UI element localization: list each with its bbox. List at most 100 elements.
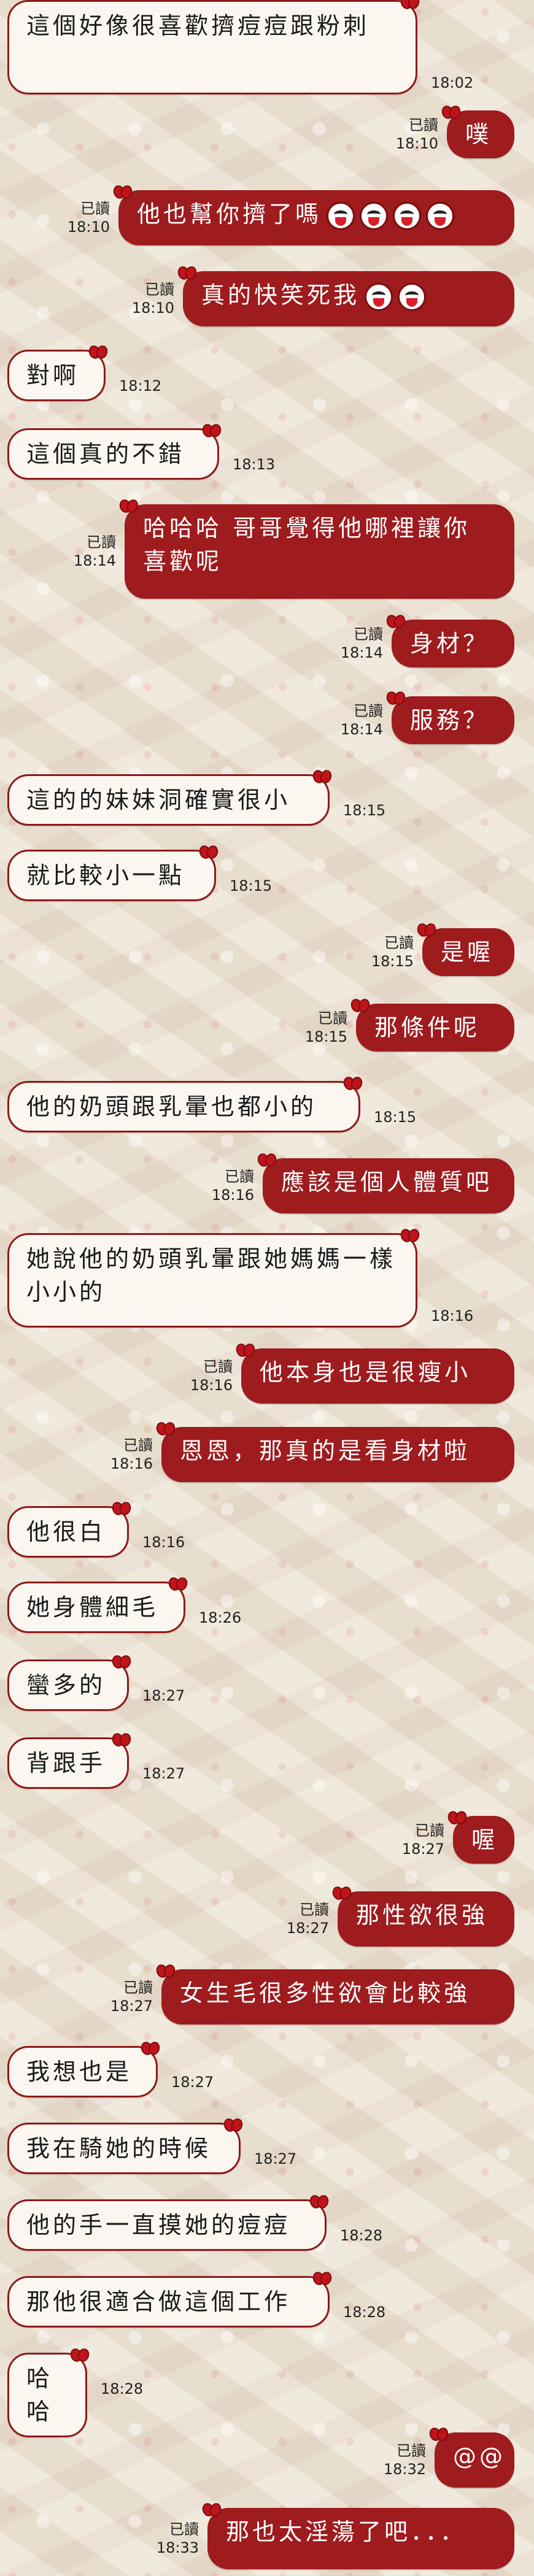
timestamp: 18:14: [340, 644, 383, 661]
message-meta: 18:27: [171, 2073, 214, 2091]
incoming-message: 蠻多的 18:27: [0, 1659, 534, 1713]
timestamp: 18:28: [101, 2380, 144, 2397]
message-bubble[interactable]: 這個好像很喜歡擠痘痘跟粉刺: [7, 0, 417, 94]
read-receipt: 已讀: [145, 281, 174, 298]
bow-icon: [203, 424, 221, 436]
outgoing-message: 那也太淫蕩了吧．．． 已讀 18:33: [0, 2508, 534, 2575]
message-meta: 18:13: [233, 455, 275, 474]
bow-icon: [387, 615, 405, 627]
incoming-message: 就比較小一點 18:15: [0, 850, 534, 904]
timestamp: 18:14: [73, 552, 116, 569]
message-bubble[interactable]: 真的快笑死我: [183, 271, 514, 326]
message-text: 真的快笑死我: [201, 282, 360, 309]
message-bubble[interactable]: 是喔: [422, 928, 514, 976]
message-text: 恩恩，那真的是看身材啦: [180, 1437, 471, 1464]
message-bubble[interactable]: 背跟手: [7, 1737, 129, 1789]
incoming-message: 背跟手 18:27: [0, 1737, 534, 1791]
message-bubble[interactable]: 他也幫你擠了嗎: [118, 190, 514, 245]
message-bubble[interactable]: 她說他的奶頭乳暈跟她媽媽一樣小小的: [7, 1233, 417, 1328]
laughing-face-icon: [365, 282, 393, 311]
bow-icon: [313, 2272, 331, 2284]
outgoing-message: @@ 已讀 18:32: [0, 2432, 534, 2494]
bow-icon: [442, 106, 460, 118]
message-bubble[interactable]: 他本身也是很瘦小: [241, 1348, 514, 1404]
incoming-message: 這的的妹妹洞確實很小 18:15: [0, 774, 534, 828]
timestamp: 18:12: [119, 377, 162, 394]
message-bubble[interactable]: 他的奶頭跟乳暈也都小的: [7, 1081, 360, 1132]
read-receipt: 已讀: [169, 2521, 199, 2538]
message-meta: 已讀 18:10: [132, 280, 174, 317]
message-text: 她說他的奶頭乳暈跟她媽媽一樣小小的: [26, 1245, 397, 1305]
message-text: 噗: [465, 121, 492, 148]
timestamp: 18:28: [343, 2304, 386, 2321]
message-bubble[interactable]: 我想也是: [7, 2046, 158, 2097]
timestamp: 18:32: [383, 2461, 426, 2478]
message-text: 喔: [471, 1826, 498, 1853]
message-meta: 已讀 18:16: [212, 1167, 254, 1204]
message-bubble[interactable]: 服務？: [392, 696, 514, 744]
bow-icon: [224, 2118, 242, 2131]
message-bubble[interactable]: 應該是個人體質吧: [263, 1158, 514, 1213]
message-text: @@: [453, 2443, 506, 2470]
message-bubble[interactable]: 恩恩，那真的是看身材啦: [161, 1427, 514, 1482]
read-receipt: 已讀: [397, 2442, 426, 2459]
message-bubble[interactable]: 對啊: [7, 350, 106, 401]
incoming-message: 那他很適合做這個工作 18:28: [0, 2276, 534, 2330]
bow-icon: [89, 345, 107, 358]
incoming-message: 他的手一直摸她的痘痘 18:28: [0, 2199, 534, 2253]
bow-icon: [448, 1811, 466, 1823]
message-bubble[interactable]: 我在騎她的時候: [7, 2123, 241, 2174]
timestamp: 18:27: [401, 1840, 444, 1858]
bow-icon: [71, 2348, 89, 2361]
message-meta: 已讀 18:10: [68, 199, 110, 236]
message-meta: 18:27: [254, 2150, 296, 2168]
message-bubble[interactable]: 蠻多的: [7, 1659, 129, 1711]
message-bubble[interactable]: 就比較小一點: [7, 850, 216, 901]
bow-icon: [401, 0, 419, 8]
message-text: 我在騎她的時候: [26, 2135, 212, 2162]
timestamp: 18:15: [304, 1028, 347, 1045]
message-meta: 已讀 18:32: [384, 2442, 426, 2478]
message-text: 對啊: [26, 362, 80, 389]
outgoing-message: 他也幫你擠了嗎 已讀 18:10: [0, 190, 534, 252]
message-bubble[interactable]: 那條件呢: [356, 1004, 514, 1052]
message-bubble[interactable]: 那他很適合做這個工作: [7, 2276, 330, 2328]
message-bubble[interactable]: 這個真的不錯: [7, 428, 219, 480]
bow-icon: [112, 1502, 131, 1514]
message-text: 女生毛很多性欲會比較強: [180, 1980, 471, 2007]
message-bubble[interactable]: 女生毛很多性欲會比較強: [161, 1969, 514, 2024]
bow-icon: [313, 770, 331, 782]
message-bubble[interactable]: 身材？: [392, 620, 514, 667]
timestamp: 18:16: [110, 1455, 153, 1472]
message-bubble[interactable]: 那也太淫蕩了吧．．．: [207, 2508, 514, 2569]
message-bubble[interactable]: 噗: [447, 110, 514, 158]
message-meta: 18:12: [119, 377, 161, 395]
message-bubble[interactable]: 哈哈: [7, 2353, 87, 2437]
bow-icon: [417, 923, 436, 936]
read-receipt: 已讀: [384, 934, 414, 952]
chat-area: 這個好像很喜歡擠痘痘跟粉刺 18:02 噗已讀 18:10 他也幫你擠了嗎 已讀 18:10…: [0, 0, 534, 2576]
message-bubble[interactable]: 她身體細毛: [7, 1582, 185, 1633]
message-bubble[interactable]: 哈哈哈 哥哥覺得他哪裡讓你喜歡呢: [125, 504, 514, 599]
outgoing-message: 噗已讀 18:10: [0, 110, 534, 164]
incoming-message: 我想也是 18:27: [0, 2046, 534, 2100]
message-meta: 已讀 18:27: [110, 1978, 153, 2015]
message-bubble[interactable]: 喔: [453, 1816, 514, 1864]
message-text: 那條件呢: [374, 1014, 481, 1041]
message-text: 他的手一直摸她的痘痘: [26, 2212, 291, 2239]
message-text: 那也太淫蕩了吧．．．: [226, 2518, 467, 2545]
message-bubble[interactable]: 這的的妹妹洞確實很小: [7, 774, 330, 826]
message-bubble[interactable]: 那性欲很強: [338, 1891, 514, 1947]
message-bubble[interactable]: @@: [435, 2432, 514, 2488]
message-meta: 已讀 18:14: [74, 533, 116, 570]
message-bubble[interactable]: 他的手一直摸她的痘痘: [7, 2199, 327, 2251]
message-meta: 18:28: [343, 2303, 385, 2321]
message-bubble[interactable]: 他很白: [7, 1506, 129, 1558]
message-text: 就比較小一點: [26, 862, 185, 889]
message-text: 蠻多的: [26, 1672, 106, 1699]
bow-icon: [310, 2195, 328, 2207]
bow-icon: [333, 1886, 351, 1899]
bow-icon: [351, 999, 370, 1011]
read-receipt: 已讀: [318, 1010, 347, 1027]
timestamp: 18:10: [395, 135, 438, 152]
